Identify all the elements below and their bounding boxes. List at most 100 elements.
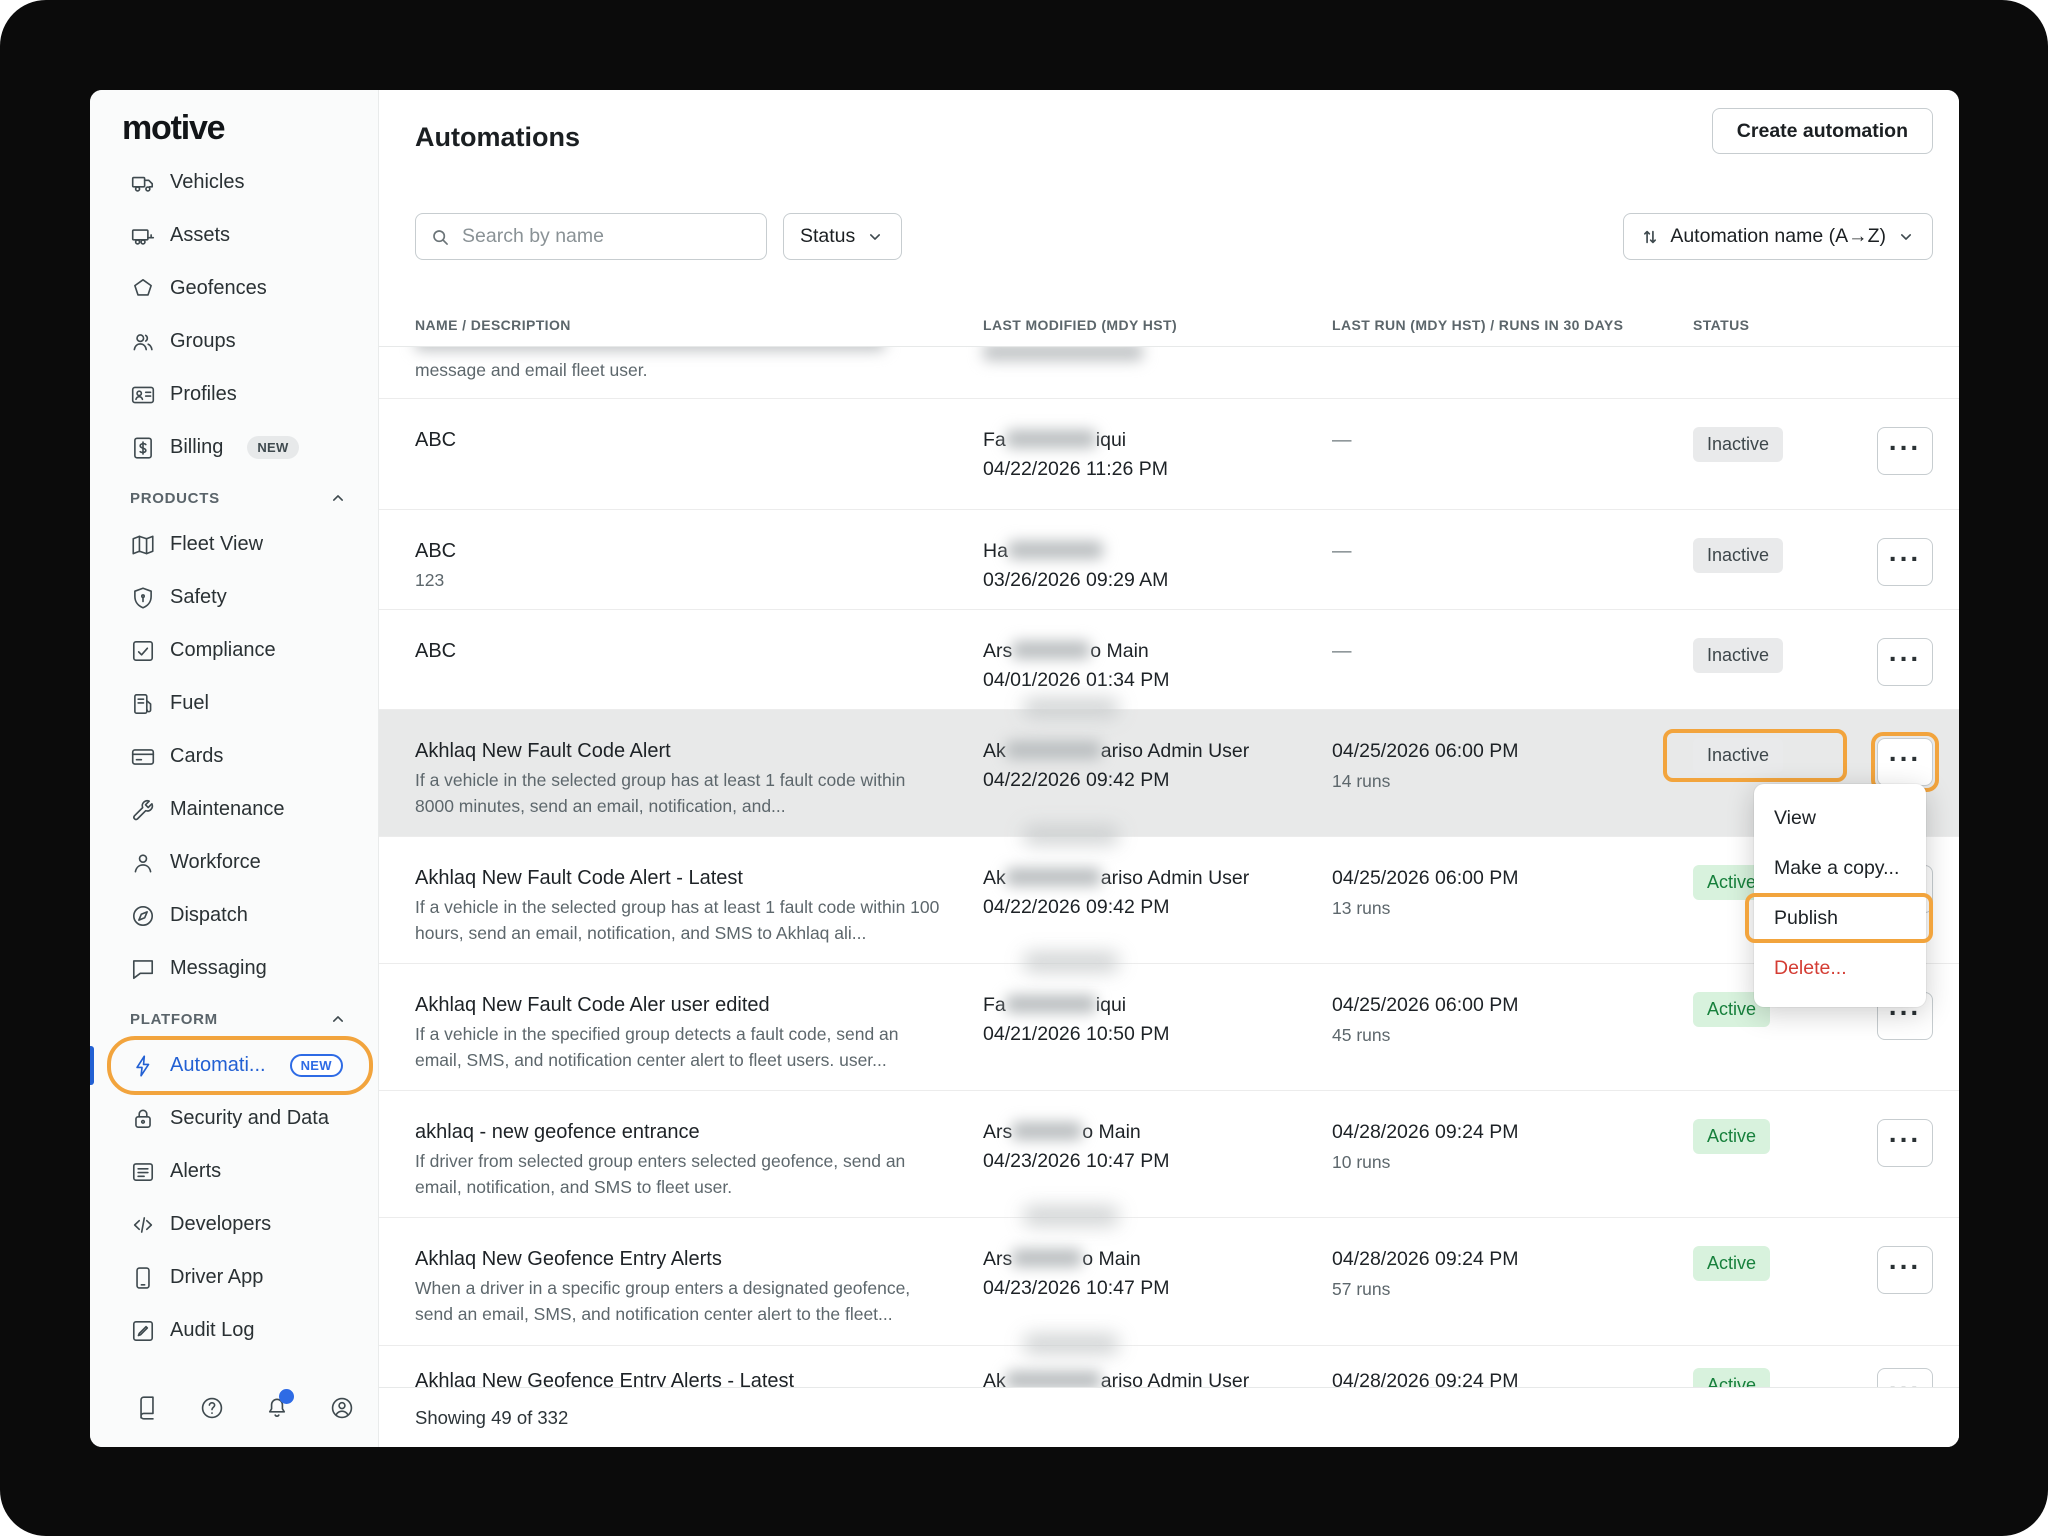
redacted-name <box>1008 541 1103 559</box>
page-title: Automations <box>415 118 580 156</box>
sidebar-item-safety[interactable]: Safety <box>90 571 378 624</box>
last-run-date: — <box>1332 638 1693 665</box>
automation-description: If a vehicle in the specified group dete… <box>415 1021 983 1073</box>
table-row[interactable]: akhlaq - new geofence entranceIf driver … <box>379 1091 1959 1218</box>
menu-item-publish[interactable]: Publish <box>1754 893 1926 943</box>
section-header-label: PLATFORM <box>130 1011 218 1028</box>
row-menu-button[interactable] <box>1877 1119 1933 1167</box>
menu-item-make-a-copy[interactable]: Make a copy... <box>1754 843 1926 893</box>
sidebar-item-security-and-data[interactable]: Security and Data <box>90 1092 378 1145</box>
search-box[interactable] <box>415 213 767 260</box>
modified-by: Faiqui <box>983 427 1332 454</box>
sidebar-item-label: Messaging <box>170 957 267 980</box>
status-badge: Active <box>1693 1246 1770 1281</box>
workforce-icon <box>130 850 156 876</box>
row-menu-button[interactable] <box>1877 638 1933 686</box>
sidebar: motive VehiclesAssetsGeofencesGroupsProf… <box>90 90 379 1447</box>
modified-date: 04/01/2026 01:34 PM <box>983 667 1332 694</box>
sidebar-item-profiles[interactable]: Profiles <box>90 368 378 421</box>
sidebar-item-vehicles[interactable]: Vehicles <box>90 166 378 209</box>
table-row[interactable]: Akhlaq New Fault Code AlertIf a vehicle … <box>379 710 1959 837</box>
sidebar-item-fuel[interactable]: Fuel <box>90 677 378 730</box>
row-menu-button[interactable] <box>1877 738 1933 786</box>
sidebar-item-groups[interactable]: Groups <box>90 315 378 368</box>
modified-by: Arso Main <box>983 1246 1332 1273</box>
chevron-down-icon <box>865 227 885 247</box>
automation-description: If a vehicle in the selected group has a… <box>415 767 983 819</box>
toolbar: Status Automation name (A→Z) <box>379 213 1959 260</box>
last-modified-cell: Arso Main04/01/2026 01:34 PM <box>983 638 1332 709</box>
sidebar-item-automati[interactable]: Automati...NEW <box>90 1039 378 1092</box>
sidebar-item-fleet-view[interactable]: Fleet View <box>90 518 378 571</box>
sidebar-item-audit-log[interactable]: Audit Log <box>90 1304 378 1357</box>
status-cell: Active <box>1693 1368 1877 1387</box>
resources-icon[interactable] <box>134 1395 160 1421</box>
redacted-name <box>1012 1122 1082 1140</box>
sidebar-item-alerts[interactable]: Alerts <box>90 1145 378 1198</box>
sidebar-item-assets[interactable]: Assets <box>90 209 378 262</box>
table-row[interactable]: ABCArso Main04/01/2026 01:34 PM—Inactive <box>379 610 1959 710</box>
new-badge: NEW <box>247 436 298 459</box>
create-automation-button[interactable]: Create automation <box>1712 108 1933 154</box>
redacted-name <box>1006 430 1096 448</box>
table-row[interactable]: Akhlaq New Geofence Entry AlertsWhen a d… <box>379 1218 1959 1346</box>
table-row[interactable]: ABC123Ha03/26/2026 09:29 AM—Inactive <box>379 510 1959 610</box>
table-row[interactable]: Akhlaq New Fault Code Alert - LatestIf a… <box>379 837 1959 964</box>
fuel-icon <box>130 691 156 717</box>
dispatch-icon <box>130 903 156 929</box>
status-filter-dropdown[interactable]: Status <box>783 213 902 260</box>
sidebar-item-geofences[interactable]: Geofences <box>90 262 378 315</box>
row-menu-button[interactable] <box>1877 538 1933 586</box>
automation-name: ABC <box>415 427 983 454</box>
automation-name: ABC <box>415 638 983 665</box>
last-run-cell: 04/28/2026 09:24 PM <box>1332 1368 1693 1387</box>
automation-name: Akhlaq New Fault Code Aler user edited <box>415 992 983 1019</box>
menu-item-view[interactable]: View <box>1754 793 1926 843</box>
sidebar-item-driver-app[interactable]: Driver App <box>90 1251 378 1304</box>
sidebar-item-label: Developers <box>170 1213 271 1236</box>
notifications-button[interactable] <box>264 1395 290 1421</box>
menu-item-delete[interactable]: Delete... <box>1754 943 1926 993</box>
account-icon[interactable] <box>329 1395 355 1421</box>
row-menu-button[interactable] <box>1877 427 1933 475</box>
sidebar-item-billing[interactable]: BillingNEW <box>90 421 378 474</box>
motive-logo: motive <box>90 90 378 166</box>
row-menu-button[interactable] <box>1877 1368 1933 1387</box>
last-run-cell: — <box>1332 427 1693 509</box>
automation-description: If a vehicle in the selected group has a… <box>415 894 983 946</box>
help-icon[interactable] <box>199 1395 225 1421</box>
sidebar-item-maintenance[interactable]: Maintenance <box>90 783 378 836</box>
last-modified-cell: Arso Main04/23/2026 10:47 PM <box>983 1119 1332 1217</box>
modified-by: Ha <box>983 538 1332 565</box>
table-row-partial[interactable]: message and email fleet user. <box>379 347 1959 399</box>
last-modified-cell: Faiqui04/22/2026 11:26 PM <box>983 427 1332 509</box>
sidebar-item-workforce[interactable]: Workforce <box>90 836 378 889</box>
sidebar-item-cards[interactable]: Cards <box>90 730 378 783</box>
actions-cell <box>1877 638 1933 709</box>
fleet-view-icon <box>130 532 156 558</box>
table-row[interactable]: ABCFaiqui04/22/2026 11:26 PM—Inactive <box>379 399 1959 510</box>
sidebar-item-messaging[interactable]: Messaging <box>90 942 378 995</box>
sidebar-nav: VehiclesAssetsGeofencesGroupsProfilesBil… <box>90 166 378 1357</box>
column-header-status: STATUS <box>1693 317 1877 333</box>
modified-date: 03/26/2026 09:29 AM <box>983 567 1332 594</box>
sidebar-item-developers[interactable]: Developers <box>90 1198 378 1251</box>
search-input[interactable] <box>460 224 752 249</box>
last-modified-cell: Akariso Admin User04/22/2026 09:42 PM <box>983 865 1332 963</box>
table-row[interactable]: Akhlaq New Geofence Entry Alerts - Lates… <box>379 1346 1959 1387</box>
actions-cell <box>1877 538 1933 609</box>
row-menu-button[interactable] <box>1877 1246 1933 1294</box>
assets-icon <box>130 223 156 249</box>
sidebar-item-label: Safety <box>170 586 227 609</box>
modified-by: Arso Main <box>983 638 1332 665</box>
automation-name: akhlaq - new geofence entrance <box>415 1119 983 1146</box>
sidebar-item-compliance[interactable]: Compliance <box>90 624 378 677</box>
sidebar-section-products[interactable]: PRODUCTS <box>90 478 378 518</box>
status-badge: Inactive <box>1693 538 1783 573</box>
sort-label: Automation name (A→Z) <box>1670 225 1886 248</box>
sidebar-section-platform[interactable]: PLATFORM <box>90 999 378 1039</box>
sort-dropdown[interactable]: Automation name (A→Z) <box>1623 213 1933 260</box>
row-context-menu: ViewMake a copy...PublishDelete... <box>1754 784 1926 1007</box>
table-row[interactable]: Akhlaq New Fault Code Aler user editedIf… <box>379 964 1959 1091</box>
sidebar-item-dispatch[interactable]: Dispatch <box>90 889 378 942</box>
